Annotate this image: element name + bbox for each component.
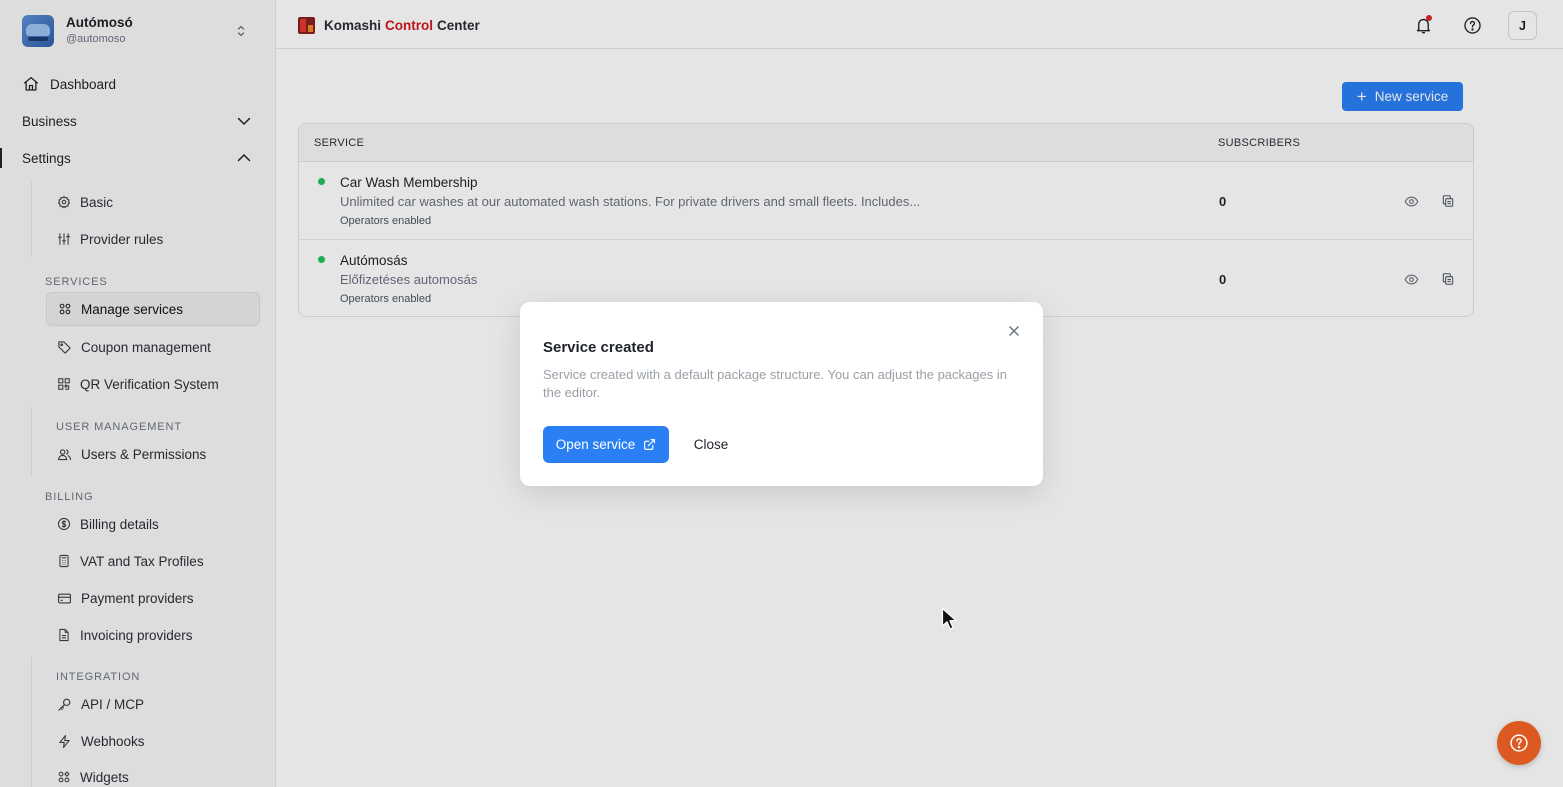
close-icon (1009, 326, 1019, 336)
open-service-label: Open service (555, 437, 636, 452)
service-created-dialog: Service created Service created with a d… (520, 302, 1043, 486)
dialog-description: Service created with a default package s… (543, 367, 1007, 400)
open-service-button[interactable]: Open service (543, 426, 669, 463)
help-circle-icon (1510, 734, 1528, 752)
mouse-cursor-icon (941, 607, 957, 630)
external-link-icon (644, 439, 656, 450)
dialog-title: Service created (543, 339, 654, 356)
dialog-close-button[interactable] (1007, 324, 1021, 338)
close-dialog-button[interactable]: Close (682, 426, 740, 463)
help-chat-button[interactable] (1497, 721, 1541, 765)
